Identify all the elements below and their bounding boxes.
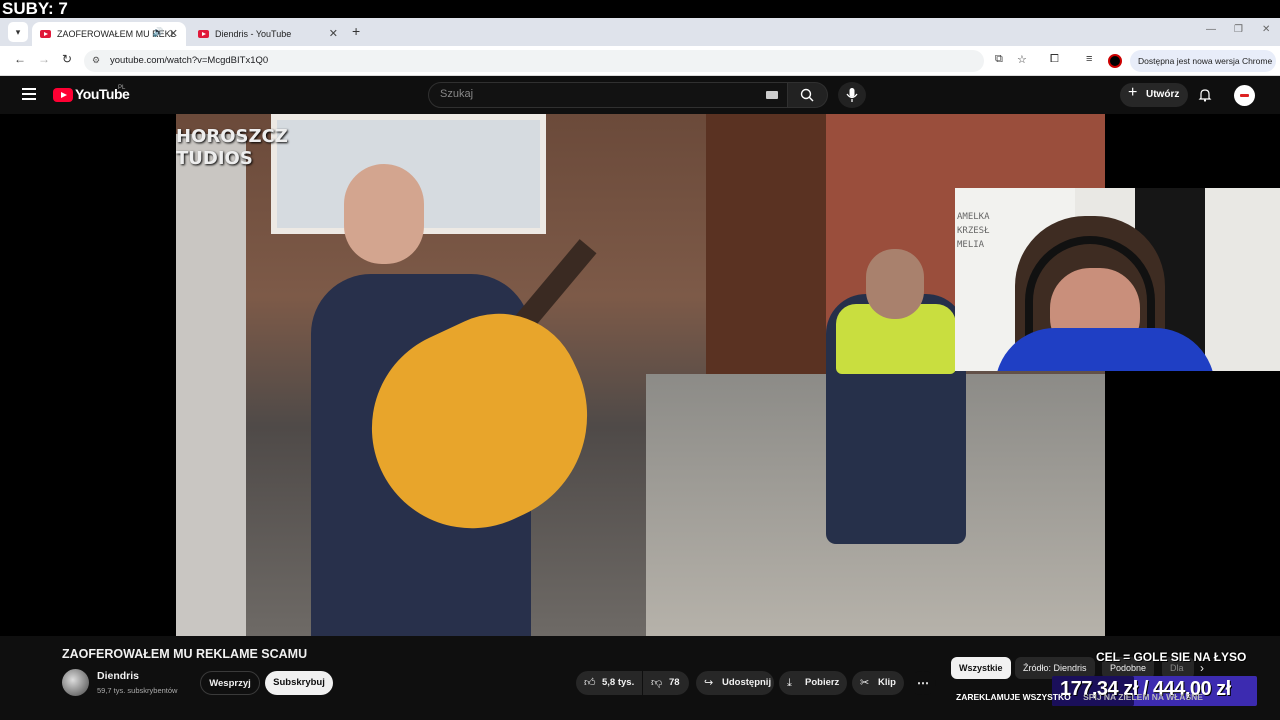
subscribe-button[interactable]: Subskrybuj [265,671,333,695]
video-scene-seated-head [866,249,924,319]
whiteboard-line: AMELKA [957,212,990,222]
donation-goal-label: CEL = GOLE SIE NA ŁYSO [1096,650,1247,664]
reload-icon[interactable]: ↻ [62,52,72,66]
like-count: 5,8 tys. [602,677,635,688]
share-label: Udostępnij [722,677,772,688]
streamer-webcam: AMELKA KRZESŁ MELIA [955,188,1280,371]
clip-button[interactable]: ✂ Klip [852,671,904,695]
thumbs-up-icon: 👍︎ [584,677,596,689]
dislike-button[interactable]: 👎︎ 78 [643,671,689,695]
hamburger-menu-icon[interactable] [22,88,36,100]
whiteboard-line: MELIA [957,240,985,250]
like-button[interactable]: 👍︎ 5,8 tys. [576,671,642,695]
new-tab-plus-icon[interactable]: + [352,23,360,39]
youtube-favicon-icon [40,30,51,38]
chip-all[interactable]: Wszystkie [951,657,1011,679]
ticker-right: SPIJ NA ZIELEM NA WŁASNE [1083,692,1203,702]
download-label: Pobierz [805,677,840,688]
video-title: ZAOFEROWAŁEM MU REKLAME SCAMU [62,647,308,661]
whiteboard-text: AMELKA KRZESŁ MELIA [957,210,990,252]
close-tab-icon[interactable]: ✕ [169,27,178,40]
maximize-icon[interactable]: ❐ [1234,24,1243,35]
share-button[interactable]: ↪ Udostępnij [696,671,774,695]
speaker-icon[interactable]: 🔊 [153,27,164,38]
scissors-icon: ✂ [860,677,870,689]
region-code: PL [118,85,126,91]
extensions-icon[interactable]: ⧠ [1050,53,1059,66]
tab-search-dropdown-icon[interactable]: ▾ [8,22,28,42]
share-arrow-icon: ↪ [704,677,714,689]
streamer-shirt [995,328,1215,371]
video-scene-wall [176,134,246,636]
minimize-icon[interactable]: — [1206,24,1216,35]
search-icon[interactable] [800,88,814,102]
media-controls-icon[interactable]: ≡ [1086,53,1092,65]
search-input[interactable] [428,82,788,108]
watermark-line: TUDIOS [176,148,253,169]
download-icon: ⤓ [787,677,792,689]
voice-search-button[interactable] [838,82,866,108]
youtube-favicon-icon [198,30,209,38]
forward-arrow-icon[interactable]: → [38,52,50,66]
youtube-logo-icon[interactable] [53,88,73,102]
ticker-left: ZAREKLAMUJE WSZYSTKO [956,692,1071,702]
clip-label: Klip [878,677,896,688]
thumbs-down-icon: 👎︎ [651,677,663,689]
video-scene-door [706,114,826,414]
back-arrow-icon[interactable]: ← [14,52,26,66]
plus-icon: + [1128,84,1138,101]
account-avatar[interactable] [1234,85,1255,106]
install-app-icon[interactable]: ⧉ [995,53,1003,66]
channel-name[interactable]: Diendris [97,670,139,682]
video-scene-guitarist-head [344,164,424,264]
watermark-line: HOROSZCZ [176,126,288,147]
dislike-count: 78 [669,677,680,688]
microphone-icon [846,88,858,102]
tab-diendris[interactable]: Diendris - YouTube ✕ [190,22,346,46]
download-button[interactable]: ⤓ Pobierz [779,671,847,695]
tab-active[interactable]: ZAOFEROWAŁEM MU REKL 🔊 ✕ [32,22,186,46]
close-tab-icon[interactable]: ✕ [329,27,338,40]
subscriber-count: 59,7 tys. subskrybentów [97,686,178,695]
profile-avatar[interactable] [1108,54,1122,68]
join-button[interactable]: Wesprzyj [200,671,260,695]
bookmark-star-icon[interactable]: ☆ [1017,53,1027,66]
keyboard-icon[interactable] [766,91,778,99]
search-placeholder: Szukaj [440,88,474,100]
site-settings-icon[interactable]: ⚙ [92,55,100,66]
video-watermark: HOROSZCZ TUDIOS [176,126,288,170]
more-actions-button[interactable]: ⋯ [910,671,936,695]
chrome-update-button[interactable]: Dostępna jest nowa wersja Chrome [1130,50,1276,72]
window-close-icon[interactable]: ✕ [1262,24,1270,35]
notifications-bell-icon[interactable] [1198,88,1212,102]
donation-ticker: ZAREKLAMUJE WSZYSTKO SPIJ NA ZIELEM NA W… [956,692,1256,704]
channel-avatar[interactable] [62,669,89,696]
subs-counter: SUBY: 7 [2,0,68,18]
whiteboard-line: KRZESŁ [957,226,990,236]
stream-overlay-bar [0,0,1280,18]
tab-title: Diendris - YouTube [215,29,292,39]
url-text[interactable]: youtube.com/watch?v=McgdBITx1Q0 [110,55,268,66]
